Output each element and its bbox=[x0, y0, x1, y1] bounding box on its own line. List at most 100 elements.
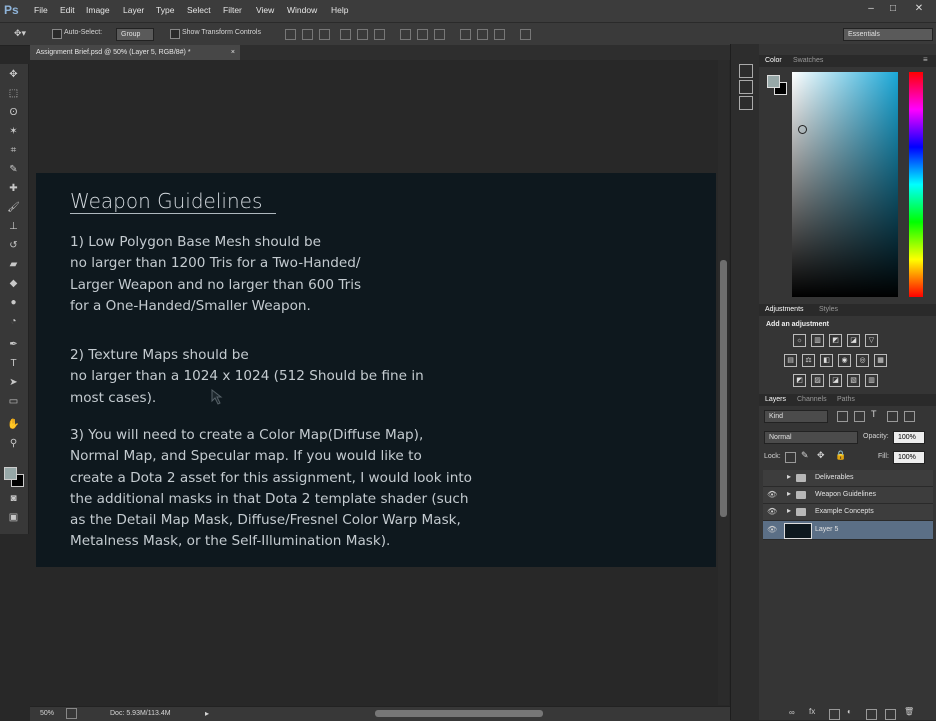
color-balance-adjustment-icon[interactable]: ⚖ bbox=[802, 354, 815, 367]
menu-help[interactable]: Help bbox=[331, 5, 348, 15]
vertical-scrollbar[interactable] bbox=[718, 60, 729, 705]
gradient-map-adjustment-icon[interactable]: ▧ bbox=[847, 374, 860, 387]
eye-icon[interactable]: 👁 bbox=[767, 490, 777, 500]
document-tab-close-icon[interactable]: × bbox=[231, 45, 235, 60]
rectangle-tool-icon[interactable]: ▭ bbox=[6, 395, 21, 409]
quick-mask-icon[interactable]: ◙ bbox=[6, 492, 21, 506]
menu-type[interactable]: Type bbox=[156, 5, 174, 15]
eraser-tool-icon[interactable]: ▰ bbox=[6, 258, 21, 272]
dodge-tool-icon[interactable]: ◔ bbox=[6, 315, 21, 329]
layer-row-example-concepts[interactable]: 👁 ▸ Example Concepts bbox=[763, 504, 933, 521]
layer-row-weapon-guidelines[interactable]: 👁 ▸ Weapon Guidelines bbox=[763, 487, 933, 504]
channel-mixer-adjustment-icon[interactable]: ◎ bbox=[856, 354, 869, 367]
auto-select-dropdown[interactable]: Group bbox=[116, 28, 154, 41]
status-export-icon[interactable] bbox=[66, 708, 77, 719]
panel-menu-icon[interactable]: ≡ bbox=[923, 55, 928, 64]
filter-adjustment-icon[interactable] bbox=[854, 411, 865, 422]
maximize-button[interactable]: □ bbox=[884, 2, 902, 16]
blur-tool-icon[interactable]: ● bbox=[6, 296, 21, 310]
opacity-input[interactable]: 100% bbox=[893, 431, 925, 444]
hue-saturation-adjustment-icon[interactable]: ▤ bbox=[784, 354, 797, 367]
paint-bucket-tool-icon[interactable]: ◆ bbox=[6, 277, 21, 291]
menu-file[interactable]: File bbox=[34, 5, 48, 15]
distribute-vcenter-icon[interactable] bbox=[417, 29, 428, 40]
levels-adjustment-icon[interactable]: ▥ bbox=[811, 334, 824, 347]
layer-row-layer-5[interactable]: 👁 Layer 5 bbox=[763, 521, 933, 540]
minimize-button[interactable]: – bbox=[862, 2, 880, 16]
clone-stamp-tool-icon[interactable]: ⊥ bbox=[6, 220, 21, 234]
exposure-adjustment-icon[interactable]: ◪ bbox=[847, 334, 860, 347]
invert-adjustment-icon[interactable]: ◩ bbox=[793, 374, 806, 387]
new-adjustment-icon[interactable]: ◐ bbox=[847, 707, 852, 716]
menu-view[interactable]: View bbox=[256, 5, 274, 15]
magic-wand-tool-icon[interactable]: ✶ bbox=[6, 125, 21, 139]
auto-align-icon[interactable] bbox=[520, 29, 531, 40]
fill-input[interactable]: 100% bbox=[893, 451, 925, 464]
workspace-dropdown[interactable]: Essentials bbox=[843, 28, 933, 41]
menu-select[interactable]: Select bbox=[187, 5, 211, 15]
black-white-adjustment-icon[interactable]: ◧ bbox=[820, 354, 833, 367]
path-selection-tool-icon[interactable]: ➤ bbox=[6, 376, 21, 390]
layer-row-deliverables[interactable]: ▸ Deliverables bbox=[763, 470, 933, 487]
tab-styles[interactable]: Styles bbox=[819, 306, 838, 313]
color-lookup-adjustment-icon[interactable]: ▦ bbox=[874, 354, 887, 367]
lock-all-icon[interactable]: 🔒 bbox=[835, 450, 846, 461]
eye-icon[interactable]: 👁 bbox=[767, 507, 777, 517]
pen-tool-icon[interactable]: ✒ bbox=[6, 338, 21, 352]
filter-shape-icon[interactable] bbox=[887, 411, 898, 422]
move-tool-icon[interactable]: ✥ bbox=[6, 68, 21, 82]
distribute-hcenter-icon[interactable] bbox=[477, 29, 488, 40]
history-panel-icon[interactable] bbox=[739, 64, 753, 78]
selective-color-adjustment-icon[interactable]: ▥ bbox=[865, 374, 878, 387]
align-vcenter-icon[interactable] bbox=[302, 29, 313, 40]
distribute-right-icon[interactable] bbox=[494, 29, 505, 40]
align-left-icon[interactable] bbox=[340, 29, 351, 40]
align-right-icon[interactable] bbox=[374, 29, 385, 40]
posterize-adjustment-icon[interactable]: ▨ bbox=[811, 374, 824, 387]
filter-type-icon[interactable]: T bbox=[871, 409, 877, 419]
link-layers-icon[interactable]: ∞ bbox=[789, 708, 795, 717]
healing-brush-tool-icon[interactable]: ✚ bbox=[6, 182, 21, 196]
curves-adjustment-icon[interactable]: ◩ bbox=[829, 334, 842, 347]
eyedropper-tool-icon[interactable]: ✎ bbox=[6, 163, 21, 177]
distribute-bottom-icon[interactable] bbox=[434, 29, 445, 40]
hue-slider[interactable] bbox=[909, 72, 923, 297]
zoom-level[interactable]: 50% bbox=[40, 710, 54, 717]
filter-smart-object-icon[interactable] bbox=[904, 411, 915, 422]
distribute-top-icon[interactable] bbox=[400, 29, 411, 40]
zoom-tool-icon[interactable]: ⚲ bbox=[6, 437, 21, 451]
menu-edit[interactable]: Edit bbox=[60, 5, 75, 15]
tab-color[interactable]: Color bbox=[765, 57, 782, 64]
vibrance-adjustment-icon[interactable]: ▽ bbox=[865, 334, 878, 347]
actions-panel-icon[interactable] bbox=[739, 80, 753, 94]
lasso-tool-icon[interactable]: ʘ bbox=[6, 106, 21, 120]
type-tool-icon[interactable]: T bbox=[6, 357, 21, 371]
history-brush-tool-icon[interactable]: ↺ bbox=[6, 239, 21, 253]
auto-select-checkbox[interactable] bbox=[52, 29, 62, 39]
menu-window[interactable]: Window bbox=[287, 5, 317, 15]
align-bottom-icon[interactable] bbox=[319, 29, 330, 40]
menu-image[interactable]: Image bbox=[86, 5, 110, 15]
eye-icon[interactable]: 👁 bbox=[767, 525, 777, 535]
layer-mask-icon[interactable] bbox=[829, 709, 840, 720]
document-artboard[interactable]: Weapon Guidelines 1) Low Polygon Base Me… bbox=[36, 173, 716, 567]
tab-adjustments[interactable]: Adjustments bbox=[765, 306, 804, 313]
menu-filter[interactable]: Filter bbox=[223, 5, 242, 15]
show-transform-checkbox[interactable] bbox=[170, 29, 180, 39]
color-field[interactable] bbox=[792, 72, 898, 297]
group-expand-icon[interactable]: ▸ bbox=[787, 506, 791, 515]
horizontal-scroll-thumb[interactable] bbox=[375, 710, 543, 717]
delete-layer-icon[interactable]: 🗑 bbox=[904, 707, 914, 716]
layer-style-icon[interactable]: fx bbox=[809, 707, 815, 716]
lock-pixels-icon[interactable]: ✎ bbox=[801, 450, 809, 461]
layer-filter-dropdown[interactable]: Kind bbox=[764, 410, 828, 423]
color-fg-swatch[interactable] bbox=[767, 75, 780, 88]
photo-filter-adjustment-icon[interactable]: ◉ bbox=[838, 354, 851, 367]
hand-tool-icon[interactable]: ✋ bbox=[6, 418, 21, 432]
lock-transparent-icon[interactable] bbox=[785, 452, 796, 463]
threshold-adjustment-icon[interactable]: ◪ bbox=[829, 374, 842, 387]
brightness-adjustment-icon[interactable]: ☼ bbox=[793, 334, 806, 347]
group-expand-icon[interactable]: ▸ bbox=[787, 472, 791, 481]
new-layer-icon[interactable] bbox=[885, 709, 896, 720]
close-button[interactable]: ✕ bbox=[910, 2, 928, 16]
